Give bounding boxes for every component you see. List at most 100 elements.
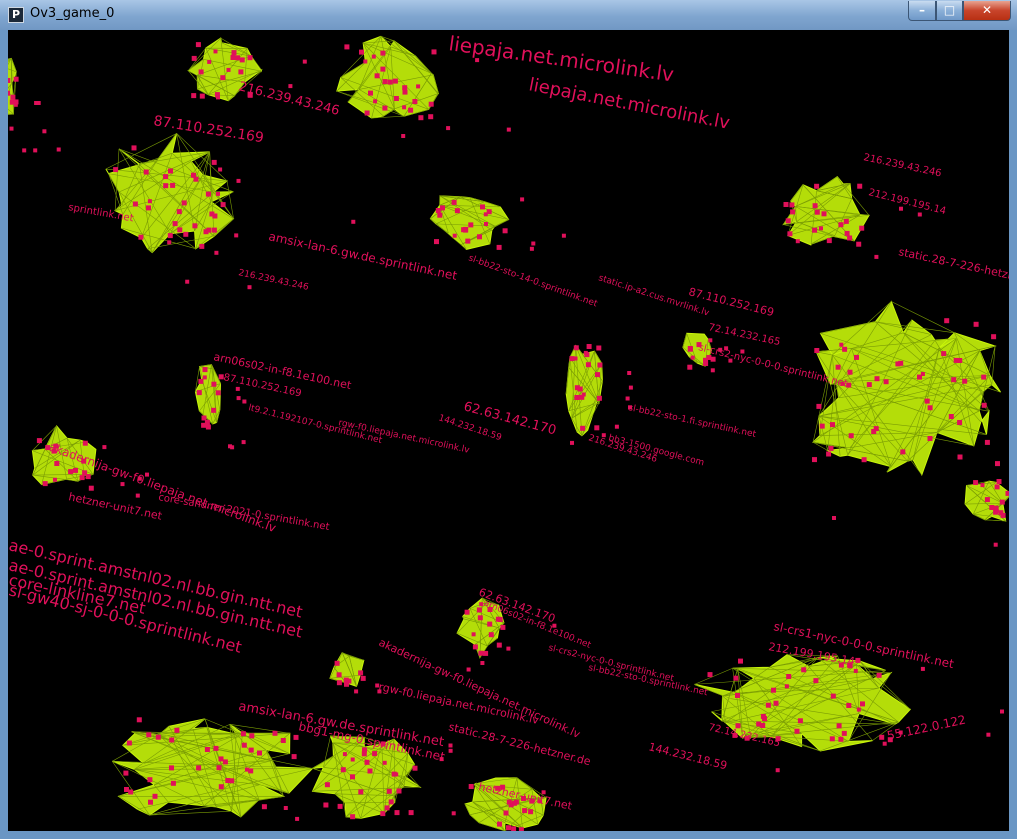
node-marker [363, 59, 368, 64]
host-label: hetzner-unit7.net [67, 490, 164, 523]
node-marker [832, 516, 836, 520]
node-marker [898, 730, 903, 735]
node-marker [451, 811, 456, 816]
network-visualization[interactable]: 87.110.252.169 liepaja.net.microlink.lvli… [8, 30, 1009, 831]
node-cluster [565, 344, 603, 437]
node-marker [628, 405, 632, 410]
node-marker [520, 197, 525, 202]
node-marker [581, 392, 586, 397]
node-marker [614, 424, 619, 429]
maximize-button[interactable]: □ [936, 1, 963, 21]
node-marker [283, 806, 288, 810]
node-marker [34, 101, 39, 105]
host-label: static.28-7-226-hetzner.de [897, 245, 1009, 288]
node-marker [1000, 709, 1004, 714]
node-marker [874, 254, 879, 259]
window-controls: – □ ✕ [908, 1, 1011, 21]
node-marker [775, 768, 780, 773]
node-marker [416, 84, 421, 89]
node-marker [583, 350, 588, 355]
node-marker [708, 338, 713, 343]
node-marker [247, 285, 252, 290]
node-marker [993, 542, 998, 547]
node-marker [371, 54, 376, 59]
node-marker [241, 440, 246, 445]
node-cluster [964, 479, 1009, 522]
node-marker [819, 226, 823, 231]
app-window: P Ov3_game_0 – □ ✕ 87.110.252.169 liepaja… [0, 0, 1017, 839]
host-label: 72.14.232.165 [707, 322, 781, 348]
node-marker [214, 250, 219, 255]
node-marker [446, 126, 451, 131]
node-cluster [194, 364, 224, 430]
node-marker [213, 49, 218, 54]
node-marker [207, 59, 212, 64]
node-marker [185, 279, 190, 284]
node-marker [234, 233, 239, 238]
node-marker [980, 483, 985, 488]
node-marker [625, 396, 630, 401]
node-marker [538, 799, 543, 804]
node-marker [375, 683, 380, 688]
game-canvas[interactable]: 87.110.252.169 liepaja.net.microlink.lv li… [8, 30, 1009, 831]
node-marker [402, 105, 407, 110]
node-cluster [429, 195, 510, 250]
node-cluster [329, 652, 366, 688]
host-label: liepaja.net.microlink.lv [447, 31, 675, 86]
node-marker [288, 84, 293, 89]
close-button[interactable]: ✕ [963, 1, 1011, 21]
node-marker [484, 222, 488, 226]
host-label: 87.110.252.169 [152, 113, 264, 146]
node-marker [853, 668, 858, 673]
processing-app-icon: P [8, 7, 24, 23]
node-marker [994, 508, 999, 513]
host-label: akadernija-gw-f0.liepaja.net.microlink.l… [47, 440, 278, 535]
node-marker [475, 58, 480, 63]
node-marker [452, 233, 457, 238]
node-marker [33, 148, 38, 153]
node-marker [541, 790, 546, 795]
node-marker [448, 743, 453, 748]
title-bar[interactable]: P Ov3_game_0 – □ ✕ [0, 0, 1017, 30]
node-marker [899, 206, 903, 211]
node-marker [471, 632, 476, 637]
node-marker [439, 757, 444, 762]
node-marker [351, 219, 356, 224]
node-marker [22, 148, 27, 153]
node-marker [573, 356, 578, 361]
node-marker [628, 385, 633, 390]
node-marker [218, 167, 223, 172]
node-marker [531, 241, 536, 246]
host-label: 144.232.18.59 [647, 740, 728, 772]
node-marker [710, 368, 715, 373]
node-marker [466, 667, 471, 672]
node-marker [570, 440, 574, 445]
node-marker [216, 95, 220, 100]
minimize-button[interactable]: – [908, 1, 936, 21]
node-marker [245, 767, 249, 772]
node-marker [202, 375, 207, 380]
host-label: 212.199.195.14 [867, 187, 947, 217]
node-marker [601, 433, 606, 438]
node-marker [401, 134, 406, 138]
node-marker [295, 816, 300, 821]
node-marker [394, 772, 399, 777]
node-marker [242, 399, 247, 404]
node-cluster [8, 57, 19, 115]
node-marker [627, 371, 632, 375]
node-marker [226, 67, 231, 72]
node-marker [302, 59, 307, 64]
node-marker [506, 646, 511, 651]
node-marker [529, 246, 534, 251]
node-cluster [782, 176, 870, 247]
node-cluster [105, 133, 235, 254]
node-marker [795, 239, 800, 244]
node-marker [236, 178, 241, 183]
node-marker [236, 396, 241, 401]
node-marker [856, 707, 861, 712]
node-marker [882, 741, 887, 746]
node-marker [102, 445, 107, 450]
node-marker [137, 476, 142, 481]
node-marker [840, 381, 845, 386]
node-marker [740, 349, 745, 354]
